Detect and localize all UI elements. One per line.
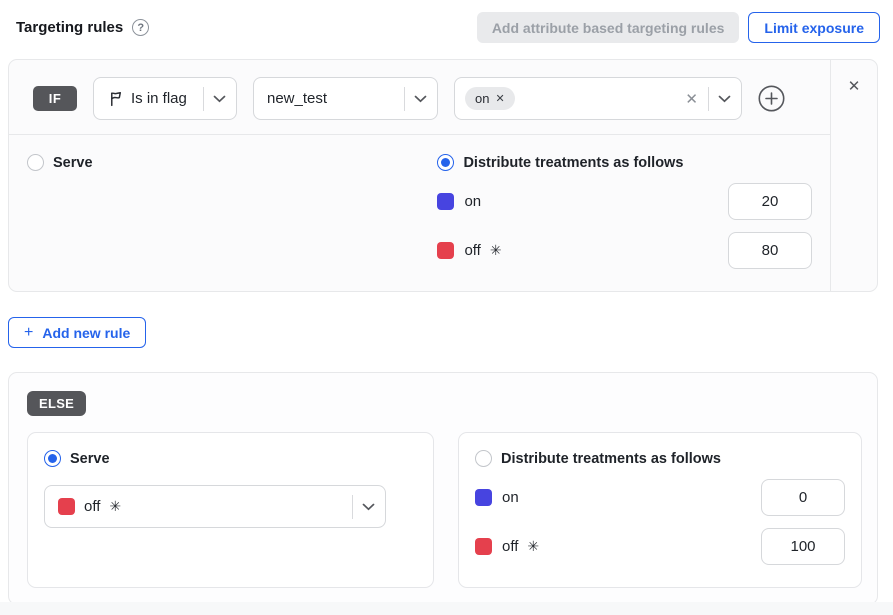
treatment-name: off xyxy=(464,242,480,259)
else-distribute-radio[interactable] xyxy=(475,450,492,467)
condition-row: IF Is in flag new_test xyxy=(9,60,830,135)
distribute-option[interactable]: Distribute treatments as follows xyxy=(437,154,812,171)
chip-label: on xyxy=(475,91,489,106)
if-badge: IF xyxy=(33,86,77,111)
else-serve-panel: Serve off ✳ xyxy=(27,432,434,588)
treatment-color-swatch xyxy=(437,242,454,259)
add-new-rule-button[interactable]: + Add new rule xyxy=(8,317,146,348)
treatment-name: off xyxy=(84,498,100,515)
add-condition-button[interactable] xyxy=(758,85,785,112)
else-distribute-label: Distribute treatments as follows xyxy=(501,451,721,467)
header-actions: Add attribute based targeting rules Limi… xyxy=(477,12,880,43)
treatment-name: on xyxy=(502,489,519,506)
add-new-rule-label: Add new rule xyxy=(42,325,130,341)
percent-input[interactable] xyxy=(728,183,812,220)
chevron-down-icon xyxy=(362,503,375,511)
else-serve-option[interactable]: Serve xyxy=(44,450,417,467)
percent-input[interactable] xyxy=(761,479,845,516)
else-distribute-option[interactable]: Distribute treatments as follows xyxy=(475,450,845,467)
limit-exposure-button[interactable]: Limit exposure xyxy=(748,12,880,43)
serve-option[interactable]: Serve xyxy=(27,154,437,171)
matcher-dropdown[interactable]: Is in flag xyxy=(93,77,237,120)
page-title: Targeting rules xyxy=(16,19,123,36)
allocation-row: on xyxy=(437,183,812,220)
treatment-color-swatch xyxy=(475,489,492,506)
treatment-name: off xyxy=(502,538,518,555)
distribute-radio[interactable] xyxy=(437,154,454,171)
chip-remove-icon[interactable]: ✕ xyxy=(495,92,504,105)
page-bottom-background xyxy=(0,602,893,615)
flag-select-value: new_test xyxy=(267,90,394,107)
allocation-row: on xyxy=(475,479,845,516)
targeting-rule-card: IF Is in flag new_test xyxy=(8,59,878,292)
percent-input[interactable] xyxy=(761,528,845,565)
default-treatment-icon: ✳ xyxy=(527,538,539,555)
add-attribute-rules-button[interactable]: Add attribute based targeting rules xyxy=(477,12,740,43)
flag-icon xyxy=(107,90,124,107)
chevron-down-icon xyxy=(213,95,226,103)
allocation-row: off ✳ xyxy=(437,232,812,269)
distribute-label: Distribute treatments as follows xyxy=(463,155,683,171)
flag-select-dropdown[interactable]: new_test xyxy=(253,77,438,120)
rule-body: Serve Distribute treatments as follows o… xyxy=(9,135,830,288)
treatment-color-swatch xyxy=(475,538,492,555)
selected-treatment-chip: on ✕ xyxy=(465,87,515,110)
else-serve-radio[interactable] xyxy=(44,450,61,467)
serve-label: Serve xyxy=(53,155,93,171)
else-distribute-panel: Distribute treatments as follows on off … xyxy=(458,432,862,588)
default-treatment-icon: ✳ xyxy=(109,498,121,515)
chevron-down-icon[interactable] xyxy=(718,95,731,103)
clear-selection-icon[interactable]: ✕ xyxy=(685,90,698,108)
allocation-row: off ✳ xyxy=(475,528,845,565)
else-serve-dropdown[interactable]: off ✳ xyxy=(44,485,386,528)
help-icon[interactable]: ? xyxy=(132,19,149,36)
else-rule-card: ELSE Serve off ✳ Distri xyxy=(8,372,878,605)
treatment-name: on xyxy=(464,193,481,210)
else-badge: ELSE xyxy=(27,391,86,416)
treatment-color-swatch xyxy=(58,498,75,515)
else-serve-label: Serve xyxy=(70,451,110,467)
page-header: Targeting rules ? Add attribute based ta… xyxy=(0,0,893,43)
treatment-color-swatch xyxy=(437,193,454,210)
treatment-multiselect[interactable]: on ✕ ✕ xyxy=(454,77,742,120)
default-treatment-icon: ✳ xyxy=(490,242,502,259)
plus-circle-icon xyxy=(758,85,785,112)
percent-input[interactable] xyxy=(728,232,812,269)
chevron-down-icon xyxy=(414,95,427,103)
delete-rule-button[interactable]: ✕ xyxy=(848,77,861,95)
serve-radio[interactable] xyxy=(27,154,44,171)
matcher-label: Is in flag xyxy=(131,90,193,107)
plus-icon: + xyxy=(24,324,33,342)
